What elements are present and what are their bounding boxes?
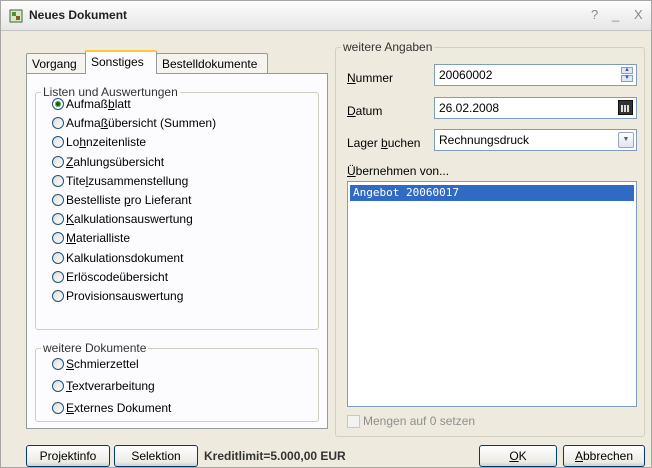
calendar-icon[interactable] bbox=[618, 100, 633, 115]
lager-dropdown[interactable]: Rechnungsdruck ▼ bbox=[434, 129, 637, 151]
radio-option[interactable]: Textverarbeitung bbox=[52, 377, 155, 395]
datum-value: 26.02.2008 bbox=[439, 101, 500, 115]
window-title: Neues Dokument bbox=[29, 8, 128, 22]
radio-option[interactable]: Kalkulationsdokument bbox=[52, 249, 183, 267]
app-icon bbox=[9, 9, 23, 23]
radio-label: Aufmaßblatt bbox=[66, 97, 131, 111]
radio-unchecked-icon[interactable] bbox=[52, 270, 64, 283]
radio-option[interactable]: Bestelliste pro Lieferant bbox=[52, 191, 191, 209]
help-button[interactable]: ? bbox=[591, 7, 598, 22]
radio-option[interactable]: Schmierzettel bbox=[52, 355, 139, 373]
close-button[interactable]: X bbox=[634, 7, 643, 22]
radio-unchecked-icon[interactable] bbox=[52, 358, 64, 370]
radio-unchecked-icon[interactable] bbox=[52, 155, 64, 168]
radio-option[interactable]: Aufmaßblatt bbox=[52, 95, 131, 113]
radio-label: Externes Dokument bbox=[66, 401, 172, 415]
kreditlimit-text: Kreditlimit=5.000,00 EUR bbox=[204, 449, 346, 463]
tab-sonstiges[interactable]: Sonstiges bbox=[85, 50, 157, 74]
selektion-button[interactable]: Selektion bbox=[114, 445, 198, 467]
datum-field[interactable]: 26.02.2008 bbox=[434, 97, 637, 119]
spin-down-icon[interactable]: ▼ bbox=[621, 75, 633, 82]
radio-option[interactable]: Provisionsauswertung bbox=[52, 287, 183, 305]
radio-label: Provisionsauswertung bbox=[66, 289, 184, 303]
abbrechen-button[interactable]: Abbrechen bbox=[563, 445, 645, 467]
radio-unchecked-icon[interactable] bbox=[52, 251, 64, 264]
mengen-label: Mengen auf 0 setzen bbox=[363, 414, 476, 428]
radio-unchecked-icon[interactable] bbox=[52, 402, 64, 414]
radio-label: Kalkulationsdokument bbox=[66, 250, 184, 265]
title-bar[interactable]: Neues Dokument ? _ X bbox=[1, 1, 651, 31]
projektinfo-button[interactable]: Projektinfo bbox=[26, 445, 110, 467]
radio-option[interactable]: Materialliste bbox=[52, 229, 130, 247]
radio-option[interactable]: Titelzusammenstellung bbox=[52, 172, 188, 190]
spin-up-icon[interactable]: ▲ bbox=[621, 67, 633, 74]
radio-label: Erlöscodeübersicht bbox=[66, 269, 169, 284]
radio-option[interactable]: Zahlungsübersicht bbox=[52, 153, 164, 171]
radio-label: Kalkulationsauswertung bbox=[66, 212, 193, 227]
mengen-checkbox[interactable] bbox=[347, 414, 360, 428]
datum-label: Datum bbox=[347, 104, 383, 118]
radio-unchecked-icon[interactable] bbox=[52, 290, 64, 302]
radio-unchecked-icon[interactable] bbox=[52, 380, 64, 392]
minimize-button[interactable]: _ bbox=[612, 7, 619, 22]
radio-option[interactable]: Kalkulationsauswertung bbox=[52, 210, 193, 228]
dialog-window: Neues Dokument ? _ X Vorgang Sonstiges B… bbox=[0, 0, 652, 468]
radio-unchecked-icon[interactable] bbox=[52, 232, 64, 245]
radio-option[interactable]: Externes Dokument bbox=[52, 399, 171, 417]
radio-label: Aufmaßübersicht (Summen) bbox=[66, 116, 217, 131]
radio-option[interactable]: Lohnzeitenliste bbox=[52, 133, 146, 151]
radio-label: Titelzusammenstellung bbox=[66, 173, 189, 188]
listen-groupbox: Listen und Auswertungen Aufmaßblatt Aufma… bbox=[35, 85, 319, 330]
nummer-field[interactable]: 20060002 ▲ ▼ bbox=[434, 64, 637, 86]
dokumente-legend: weitere Dokumente bbox=[41, 341, 149, 355]
radio-label: Materialliste bbox=[66, 231, 131, 246]
tab-vorgang[interactable]: Vorgang bbox=[26, 53, 86, 73]
weitere-angaben-legend: weitere Angaben bbox=[341, 40, 435, 54]
radio-label: Textverarbeitung bbox=[66, 379, 155, 393]
radio-checked-icon[interactable] bbox=[52, 98, 64, 110]
radio-label: Bestelliste pro Lieferant bbox=[66, 193, 192, 207]
mengen-checkbox-row[interactable]: Mengen auf 0 setzen bbox=[347, 414, 475, 428]
list-item[interactable]: Angebot 20060017 bbox=[350, 185, 634, 201]
radio-label: Zahlungsübersicht bbox=[66, 154, 165, 169]
uebernehmen-label: Übernehmen von... bbox=[347, 164, 450, 178]
radio-label: Lohnzeitenliste bbox=[66, 135, 147, 150]
nummer-label: Nummer bbox=[347, 71, 394, 85]
dokumente-groupbox: weitere Dokumente Schmierzettel Textverar… bbox=[35, 341, 319, 422]
chevron-down-icon[interactable]: ▼ bbox=[618, 132, 634, 148]
radio-unchecked-icon[interactable] bbox=[52, 174, 64, 187]
tab-panel-sonstiges: Listen und Auswertungen Aufmaßblatt Aufma… bbox=[26, 73, 328, 429]
radio-unchecked-icon[interactable] bbox=[52, 194, 64, 206]
ok-button[interactable]: OK bbox=[479, 445, 557, 467]
radio-unchecked-icon[interactable] bbox=[52, 136, 64, 149]
radio-label: Schmierzettel bbox=[66, 357, 139, 371]
radio-option[interactable]: Aufmaßübersicht (Summen) bbox=[52, 114, 216, 132]
radio-unchecked-icon[interactable] bbox=[52, 117, 64, 130]
radio-option[interactable]: Erlöscodeübersicht bbox=[52, 268, 168, 286]
radio-unchecked-icon[interactable] bbox=[52, 213, 64, 226]
nummer-value: 20060002 bbox=[439, 68, 493, 82]
lager-value: Rechnungsdruck bbox=[439, 133, 530, 147]
lager-label: Lager buchen bbox=[347, 136, 421, 150]
nummer-spinner[interactable]: ▲ ▼ bbox=[621, 67, 633, 83]
uebernehmen-listbox[interactable]: Angebot 20060017 bbox=[347, 181, 637, 407]
tab-bestelldokumente[interactable]: Bestelldokumente bbox=[156, 53, 268, 73]
